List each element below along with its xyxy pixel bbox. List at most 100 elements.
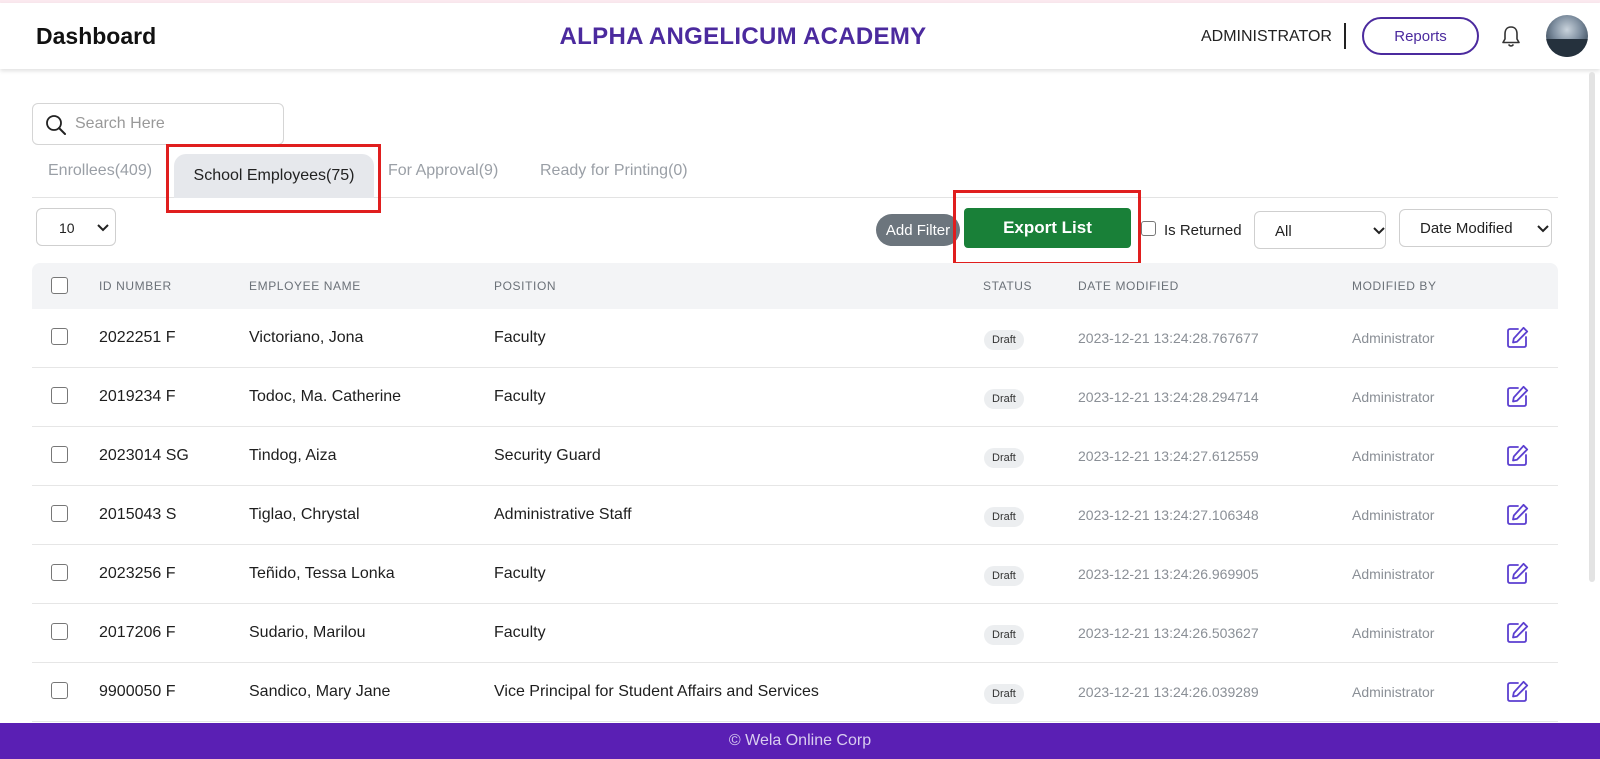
chevron-down-icon: [97, 224, 109, 232]
add-filter-button[interactable]: Add Filter: [876, 214, 960, 246]
sort-value: Date Modified: [1420, 220, 1513, 237]
modified-by-cell: Administrator: [1352, 625, 1435, 641]
row-checkbox[interactable]: [51, 505, 68, 522]
row-checkbox[interactable]: [51, 623, 68, 640]
position-cell: Faculty: [494, 388, 546, 405]
employee-name-cell: Victoriano, Jona: [249, 329, 364, 346]
header-divider: [1344, 23, 1346, 49]
modified-by-cell: Administrator: [1352, 389, 1435, 405]
date-modified-cell: 2023-12-21 13:24:28.294714: [1078, 389, 1259, 405]
col-modified-by[interactable]: MODIFIED BY: [1352, 279, 1437, 293]
col-id-number[interactable]: ID NUMBER: [99, 279, 172, 293]
id-number-cell: 2023014 SG: [99, 447, 189, 464]
reports-button[interactable]: Reports: [1362, 17, 1479, 55]
table-row[interactable]: 2017206 F Sudario, Marilou Faculty 2023-12-…: [32, 604, 1558, 663]
edit-icon[interactable]: [1506, 562, 1529, 585]
table-row[interactable]: 2023256 F Teñido, Tessa Lonka Faculty 2023-…: [32, 545, 1558, 604]
highlight-box-tab: [166, 144, 381, 213]
table-row[interactable]: 2022251 F Victoriano, Jona Faculty 2023-12-…: [32, 309, 1558, 368]
bell-icon[interactable]: [1500, 25, 1522, 49]
col-date-modified[interactable]: DATE MODIFIED: [1078, 279, 1179, 293]
status-badge: Draft: [984, 330, 1024, 350]
employee-name-cell: Teñido, Tessa Lonka: [249, 565, 395, 582]
status-badge: Draft: [984, 389, 1024, 409]
position-cell: Administrative Staff: [494, 506, 632, 523]
table-row[interactable]: 2023014 SG Tindog, Aiza Security Guard 2023…: [32, 427, 1558, 486]
table-row[interactable]: 2015043 S Tiglao, Chrystal Administrative …: [32, 486, 1558, 545]
search-icon: [45, 114, 67, 136]
table-header: ID NUMBER EMPLOYEE NAME POSITION STATUS …: [32, 263, 1558, 309]
user-role: ADMINISTRATOR: [1201, 28, 1332, 45]
row-checkbox[interactable]: [51, 682, 68, 699]
page-scrollbar[interactable]: [1589, 72, 1595, 582]
search-input[interactable]: [75, 112, 275, 136]
status-filter-select[interactable]: All: [1254, 211, 1386, 249]
date-modified-cell: 2023-12-21 13:24:27.612559: [1078, 448, 1259, 464]
top-header: Dashboard ALPHA ANGELICUM ACADEMY ADMINI…: [0, 3, 1600, 69]
row-checkbox[interactable]: [51, 446, 68, 463]
position-cell: Vice Principal for Student Affairs and S…: [494, 683, 819, 700]
employees-table: ID NUMBER EMPLOYEE NAME POSITION STATUS …: [32, 263, 1558, 723]
id-number-cell: 2023256 F: [99, 565, 176, 582]
status-badge: Draft: [984, 448, 1024, 468]
edit-icon[interactable]: [1506, 444, 1529, 467]
date-modified-cell: 2023-12-21 13:24:27.106348: [1078, 507, 1259, 523]
position-cell: Faculty: [494, 624, 546, 641]
modified-by-cell: Administrator: [1352, 566, 1435, 582]
edit-icon[interactable]: [1506, 680, 1529, 703]
date-modified-cell: 2023-12-21 13:24:26.969905: [1078, 566, 1259, 582]
employee-name-cell: Tiglao, Chrystal: [249, 506, 360, 523]
row-checkbox[interactable]: [51, 328, 68, 345]
employee-name-cell: Sandico, Mary Jane: [249, 683, 391, 700]
status-badge: Draft: [984, 684, 1024, 704]
select-all-checkbox[interactable]: [51, 277, 68, 294]
id-number-cell: 2015043 S: [99, 506, 177, 523]
position-cell: Security Guard: [494, 447, 601, 464]
chevron-down-icon: [1537, 225, 1549, 233]
table-row[interactable]: 9900050 F Sandico, Mary Jane Vice Principa…: [32, 663, 1558, 722]
employee-name-cell: Tindog, Aiza: [249, 447, 337, 464]
page-size-value: 10: [59, 220, 75, 236]
is-returned-label: Is Returned: [1164, 222, 1242, 239]
tab-ready-for-printing[interactable]: Ready for Printing(0): [540, 162, 688, 180]
position-cell: Faculty: [494, 565, 546, 582]
id-number-cell: 2017206 F: [99, 624, 176, 641]
avatar[interactable]: [1546, 15, 1588, 57]
modified-by-cell: Administrator: [1352, 684, 1435, 700]
id-number-cell: 9900050 F: [99, 683, 176, 700]
status-filter-value: All: [1275, 223, 1292, 240]
date-modified-cell: 2023-12-21 13:24:28.767677: [1078, 330, 1259, 346]
employee-name-cell: Todoc, Ma. Catherine: [249, 388, 402, 405]
col-position[interactable]: POSITION: [494, 279, 556, 293]
col-employee-name[interactable]: EMPLOYEE NAME: [249, 279, 361, 293]
date-modified-cell: 2023-12-21 13:24:26.503627: [1078, 625, 1259, 641]
edit-icon[interactable]: [1506, 385, 1529, 408]
status-badge: Draft: [984, 507, 1024, 527]
modified-by-cell: Administrator: [1352, 330, 1435, 346]
id-number-cell: 2019234 F: [99, 388, 176, 405]
edit-icon[interactable]: [1506, 503, 1529, 526]
id-number-cell: 2022251 F: [99, 329, 176, 346]
tab-for-approval[interactable]: For Approval(9): [388, 162, 498, 180]
page-size-select[interactable]: 10: [36, 208, 116, 246]
highlight-box-export: [953, 190, 1141, 265]
employee-name-cell: Sudario, Marilou: [249, 624, 366, 641]
row-checkbox[interactable]: [51, 387, 68, 404]
chevron-down-icon: [1373, 227, 1385, 235]
footer: © Wela Online Corp: [0, 723, 1600, 759]
date-modified-cell: 2023-12-21 13:24:26.039289: [1078, 684, 1259, 700]
search-box[interactable]: [32, 103, 284, 145]
sort-select[interactable]: Date Modified: [1399, 209, 1552, 247]
status-badge: Draft: [984, 625, 1024, 645]
modified-by-cell: Administrator: [1352, 448, 1435, 464]
edit-icon[interactable]: [1506, 326, 1529, 349]
status-badge: Draft: [984, 566, 1024, 586]
is-returned-checkbox[interactable]: [1141, 221, 1156, 236]
table-row[interactable]: 2019234 F Todoc, Ma. Catherine Faculty 2023…: [32, 368, 1558, 427]
modified-by-cell: Administrator: [1352, 507, 1435, 523]
position-cell: Faculty: [494, 329, 546, 346]
tab-enrollees[interactable]: Enrollees(409): [48, 162, 152, 180]
col-status[interactable]: STATUS: [983, 279, 1032, 293]
edit-icon[interactable]: [1506, 621, 1529, 644]
row-checkbox[interactable]: [51, 564, 68, 581]
